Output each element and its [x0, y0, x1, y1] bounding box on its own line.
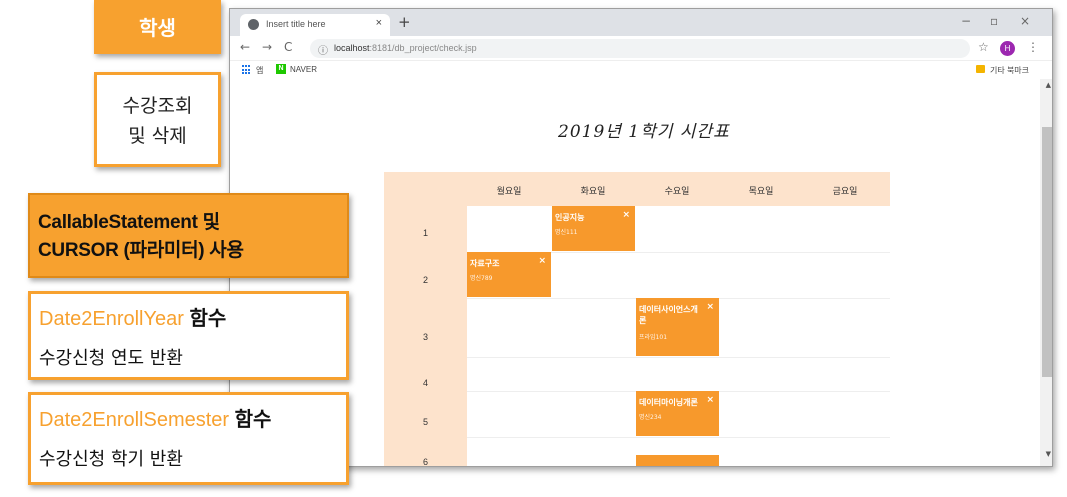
day-header-mon: 월요일	[496, 187, 522, 197]
course-block[interactable]: 인공지능 명신111 ×	[552, 206, 635, 251]
annotation-semester-function: Date2EnrollSemester 함수 수강신청 학기 반환	[28, 392, 349, 485]
delete-course-icon[interactable]: ×	[538, 256, 546, 266]
scroll-up-arrow-icon[interactable]: ▲	[1046, 81, 1051, 89]
course-room: 명신789	[470, 275, 493, 282]
minimize-button[interactable]: −	[961, 14, 971, 28]
period-label: 5	[422, 417, 428, 427]
apps-grid-icon[interactable]	[242, 65, 252, 75]
browser-toolbar: ← → C ⓘ localhost:8181/db_project/check.…	[230, 36, 1052, 61]
annotation-view-line: 수강조회	[122, 95, 193, 117]
day-header-wed: 수요일	[664, 187, 690, 197]
scrollbar[interactable]: ▲ ▼	[1040, 79, 1052, 466]
delete-course-icon[interactable]: ×	[706, 395, 714, 405]
day-header-fri: 금요일	[832, 187, 858, 197]
url-host: localhost	[334, 43, 370, 53]
folder-icon[interactable]	[976, 65, 985, 73]
reload-button[interactable]: C	[284, 40, 292, 54]
delete-course-icon[interactable]: ×	[622, 210, 630, 220]
function-line: Date2EnrollYear 함수	[39, 302, 226, 331]
course-name: 데이터마이닝개론	[639, 398, 698, 407]
day-header-thu: 목요일	[748, 187, 774, 197]
annotation-view-line: 및 삭제	[128, 125, 187, 147]
bookmark-other[interactable]: 기타 북마크	[990, 65, 1029, 76]
tab-strip: Insert title here × + − ▫ ×	[230, 9, 1052, 36]
annotation-view-delete: 수강조회 및 삭제	[94, 72, 221, 167]
close-window-button[interactable]: ×	[1020, 14, 1030, 28]
course-name-line: 론	[639, 316, 647, 325]
annotation-student: 학생	[94, 0, 221, 54]
page-title: 2019년 1학기 시간표	[558, 122, 730, 142]
annotation-callable-line: CURSOR (파라미터) 사용	[38, 240, 244, 261]
course-block[interactable]: 자료구조 명신789 ×	[467, 252, 551, 297]
period-label: 1	[422, 228, 428, 238]
timetable-header-row: 월요일 화요일 수요일 목요일 금요일	[384, 172, 890, 206]
course-name: 자료구조	[470, 259, 500, 268]
course-room: 명신111	[555, 229, 578, 236]
screenshot-stage: Insert title here × + − ▫ × ← → C ⓘ loca…	[0, 0, 1067, 497]
function-description: 수강신청 학기 반환	[39, 449, 183, 470]
annotation-year-function: Date2EnrollYear 함수 수강신청 연도 반환	[28, 291, 349, 380]
period-label: 6	[422, 457, 428, 467]
scroll-down-arrow-icon[interactable]: ▼	[1046, 450, 1051, 458]
row-divider	[467, 357, 890, 358]
bookmark-star-icon[interactable]: ☆	[978, 40, 989, 54]
day-header-tue: 화요일	[580, 187, 606, 197]
new-tab-button[interactable]: +	[398, 13, 411, 31]
course-name-line: 데이터사이언스개	[639, 305, 698, 314]
course-name: 인공지능	[555, 213, 585, 222]
row-divider	[467, 437, 890, 438]
delete-course-icon[interactable]: ×	[706, 302, 714, 312]
function-keyword: 함수	[189, 308, 227, 330]
browser-menu-icon[interactable]: ⋮	[1027, 40, 1039, 54]
url-text: localhost:8181/db_project/check.jsp	[334, 43, 477, 53]
tab-title: Insert title here	[266, 19, 326, 29]
function-description: 수강신청 연도 반환	[39, 348, 183, 369]
scrollbar-thumb[interactable]	[1042, 127, 1052, 377]
period-label: 2	[422, 275, 428, 285]
bookmark-apps[interactable]: 앱	[256, 65, 263, 76]
tab-close-icon[interactable]: ×	[376, 17, 382, 29]
globe-icon	[248, 19, 259, 30]
period-label: 3	[422, 332, 428, 342]
function-name: Date2EnrollYear	[39, 308, 184, 330]
forward-button[interactable]: →	[262, 40, 272, 54]
profile-avatar[interactable]: H	[1000, 41, 1015, 56]
naver-icon[interactable]: N	[276, 64, 286, 74]
browser-tab[interactable]: Insert title here ×	[240, 14, 390, 36]
course-block-partial[interactable]	[636, 455, 719, 466]
page-viewport: 2019년 1학기 시간표 월요일 화요일 수요일 목요일 금요일 1 2 3 …	[230, 79, 1052, 467]
course-room: 프라임101	[639, 334, 668, 341]
bookmark-naver[interactable]: NAVER	[290, 65, 317, 74]
restore-button[interactable]: ▫	[990, 14, 998, 28]
annotation-callable-line: CallableStatement 및	[38, 212, 220, 233]
course-name: 데이터사이언스개론	[639, 304, 698, 326]
back-button[interactable]: ←	[240, 40, 250, 54]
function-keyword: 함수	[234, 409, 272, 431]
bookmarks-bar: 앱 N NAVER 기타 북마크	[230, 61, 1052, 79]
function-line: Date2EnrollSemester 함수	[39, 403, 271, 432]
annotation-student-text: 학생	[139, 16, 176, 40]
course-block[interactable]: 데이터마이닝개론 명신234 ×	[636, 391, 719, 436]
annotation-callable: CallableStatement 및 CURSOR (파라미터) 사용	[28, 193, 349, 278]
url-path: :8181/db_project/check.jsp	[369, 43, 477, 53]
browser-window: Insert title here × + − ▫ × ← → C ⓘ loca…	[229, 8, 1053, 467]
address-bar[interactable]: ⓘ localhost:8181/db_project/check.jsp	[310, 39, 970, 58]
info-icon[interactable]: ⓘ	[318, 42, 328, 57]
course-room: 명신234	[639, 414, 662, 421]
function-name: Date2EnrollSemester	[39, 409, 230, 431]
course-block[interactable]: 데이터사이언스개론 프라임101 ×	[636, 298, 719, 356]
period-label: 4	[422, 378, 428, 388]
